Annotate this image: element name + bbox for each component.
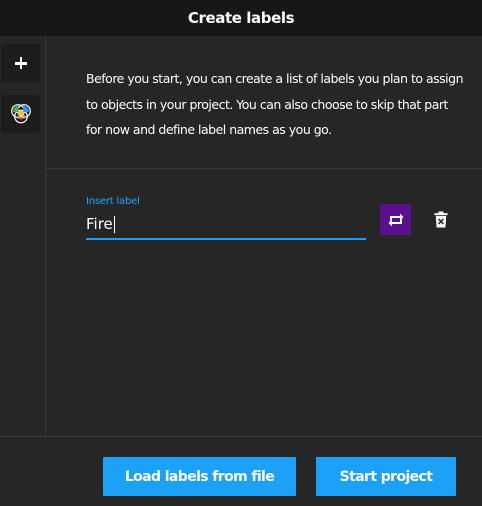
- footer: Load labels from file Start project: [0, 436, 482, 506]
- window-title: Create labels: [187, 9, 295, 27]
- load-labels-button[interactable]: Load labels from file: [103, 457, 296, 496]
- start-project-button[interactable]: Start project: [316, 457, 456, 496]
- sidebar: [0, 36, 46, 436]
- intro-section: Before you start, you can create a list …: [46, 36, 482, 169]
- change-color-icon: [388, 213, 403, 226]
- label-name-value: Fire: [86, 215, 113, 233]
- plus-icon: [14, 57, 27, 69]
- color-circles-icon: [10, 104, 31, 124]
- sidebar-labels-button[interactable]: [1, 95, 40, 133]
- label-name-input[interactable]: Fire: [86, 210, 366, 240]
- label-color-button[interactable]: [380, 204, 411, 235]
- label-input-row: Insert label Fire: [86, 196, 366, 240]
- sidebar-add-button[interactable]: [1, 44, 40, 82]
- insert-label-caption: Insert label: [86, 196, 140, 207]
- text-caret: [113, 215, 115, 233]
- delete-label-button[interactable]: [430, 208, 452, 230]
- delete-icon: [434, 211, 448, 227]
- intro-text: Before you start, you can create a list …: [86, 71, 464, 137]
- title-bar: Create labels: [0, 0, 482, 36]
- create-labels-window: Create labels Before you start, you can …: [0, 0, 482, 506]
